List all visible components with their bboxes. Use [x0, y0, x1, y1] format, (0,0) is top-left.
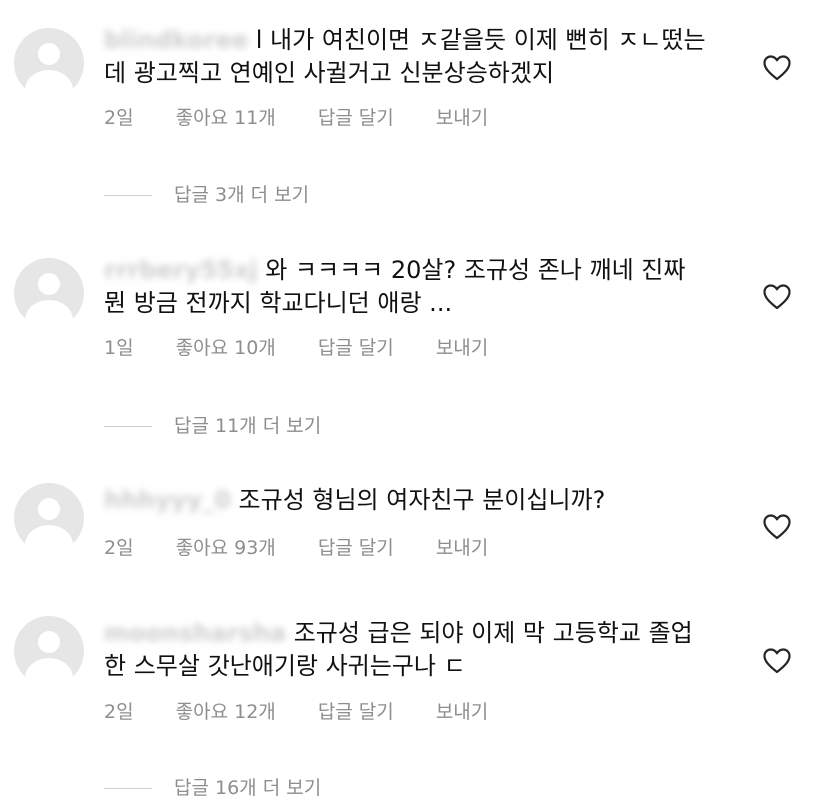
view-more-replies[interactable]: 답글 16개 더 보기: [104, 773, 321, 800]
comment-time: 2일: [104, 537, 134, 559]
reply-button[interactable]: 답글 달기: [318, 701, 394, 723]
avatar-head: [38, 498, 60, 520]
comment-meta: 1일 좋아요 10개 답글 달기 보내기: [104, 333, 524, 360]
comment-text-block: rrrbery55xj 와 ㅋㅋㅋㅋ 20살? 조규성 존나 깨네 진짜 뭔 방…: [104, 254, 714, 320]
avatar-shoulders: [25, 70, 73, 98]
comment-username[interactable]: blindkoree: [104, 26, 248, 54]
send-button[interactable]: 보내기: [436, 537, 488, 559]
comment-likes[interactable]: 좋아요 10개: [176, 337, 276, 359]
reply-button[interactable]: 답글 달기: [318, 337, 394, 359]
replies-divider: [104, 426, 152, 427]
avatar[interactable]: [14, 483, 84, 553]
send-button[interactable]: 보내기: [436, 337, 488, 359]
comment-likes[interactable]: 좋아요 11개: [176, 107, 276, 129]
reply-button[interactable]: 답글 달기: [318, 537, 394, 559]
like-heart-icon[interactable]: [763, 648, 791, 674]
comment-text-block: blindkoree l 내가 여친이면 ㅈ같을듯 이제 뻔히 ㅈㄴ떴는데 광고…: [104, 24, 714, 90]
view-more-replies-label[interactable]: 답글 11개 더 보기: [174, 415, 321, 437]
comment-meta: 2일 좋아요 11개 답글 달기 보내기: [104, 103, 524, 130]
avatar-shoulders: [25, 658, 73, 686]
comment-username[interactable]: moonsharsha: [104, 619, 286, 647]
comment-username[interactable]: hhhyyy_0: [104, 486, 231, 514]
comment-text-block: hhhyyy_0 조규성 형님의 여자친구 분이십니까?: [104, 484, 714, 517]
avatar[interactable]: [14, 616, 84, 686]
comment-time: 2일: [104, 701, 134, 723]
avatar-shoulders: [25, 300, 73, 328]
avatar-head: [38, 631, 60, 653]
comment-text-block: moonsharsha 조규성 급은 되야 이제 막 고등학교 졸업한 스무살 …: [104, 617, 714, 683]
view-more-replies-label[interactable]: 답글 3개 더 보기: [174, 184, 309, 206]
send-button[interactable]: 보내기: [436, 701, 488, 723]
like-heart-icon[interactable]: [763, 55, 791, 81]
avatar-head: [38, 273, 60, 295]
comment-username[interactable]: rrrbery55xj: [104, 256, 258, 284]
view-more-replies[interactable]: 답글 3개 더 보기: [104, 180, 309, 207]
replies-divider: [104, 788, 152, 789]
like-heart-icon[interactable]: [763, 514, 791, 540]
comment-time: 1일: [104, 337, 134, 359]
comment-likes[interactable]: 좋아요 93개: [176, 537, 276, 559]
view-more-replies[interactable]: 답글 11개 더 보기: [104, 411, 321, 438]
avatar[interactable]: [14, 258, 84, 328]
view-more-replies-label[interactable]: 답글 16개 더 보기: [174, 777, 321, 799]
comment-body: 조규성 형님의 여자친구 분이십니까?: [238, 486, 606, 514]
comment-meta: 2일 좋아요 93개 답글 달기 보내기: [104, 533, 524, 560]
comment-time: 2일: [104, 107, 134, 129]
replies-divider: [104, 195, 152, 196]
comment-likes[interactable]: 좋아요 12개: [176, 701, 276, 723]
avatar-head: [38, 43, 60, 65]
send-button[interactable]: 보내기: [436, 107, 488, 129]
comment-meta: 2일 좋아요 12개 답글 달기 보내기: [104, 697, 524, 724]
avatar[interactable]: [14, 28, 84, 98]
like-heart-icon[interactable]: [763, 284, 791, 310]
reply-button[interactable]: 답글 달기: [318, 107, 394, 129]
avatar-shoulders: [25, 525, 73, 553]
